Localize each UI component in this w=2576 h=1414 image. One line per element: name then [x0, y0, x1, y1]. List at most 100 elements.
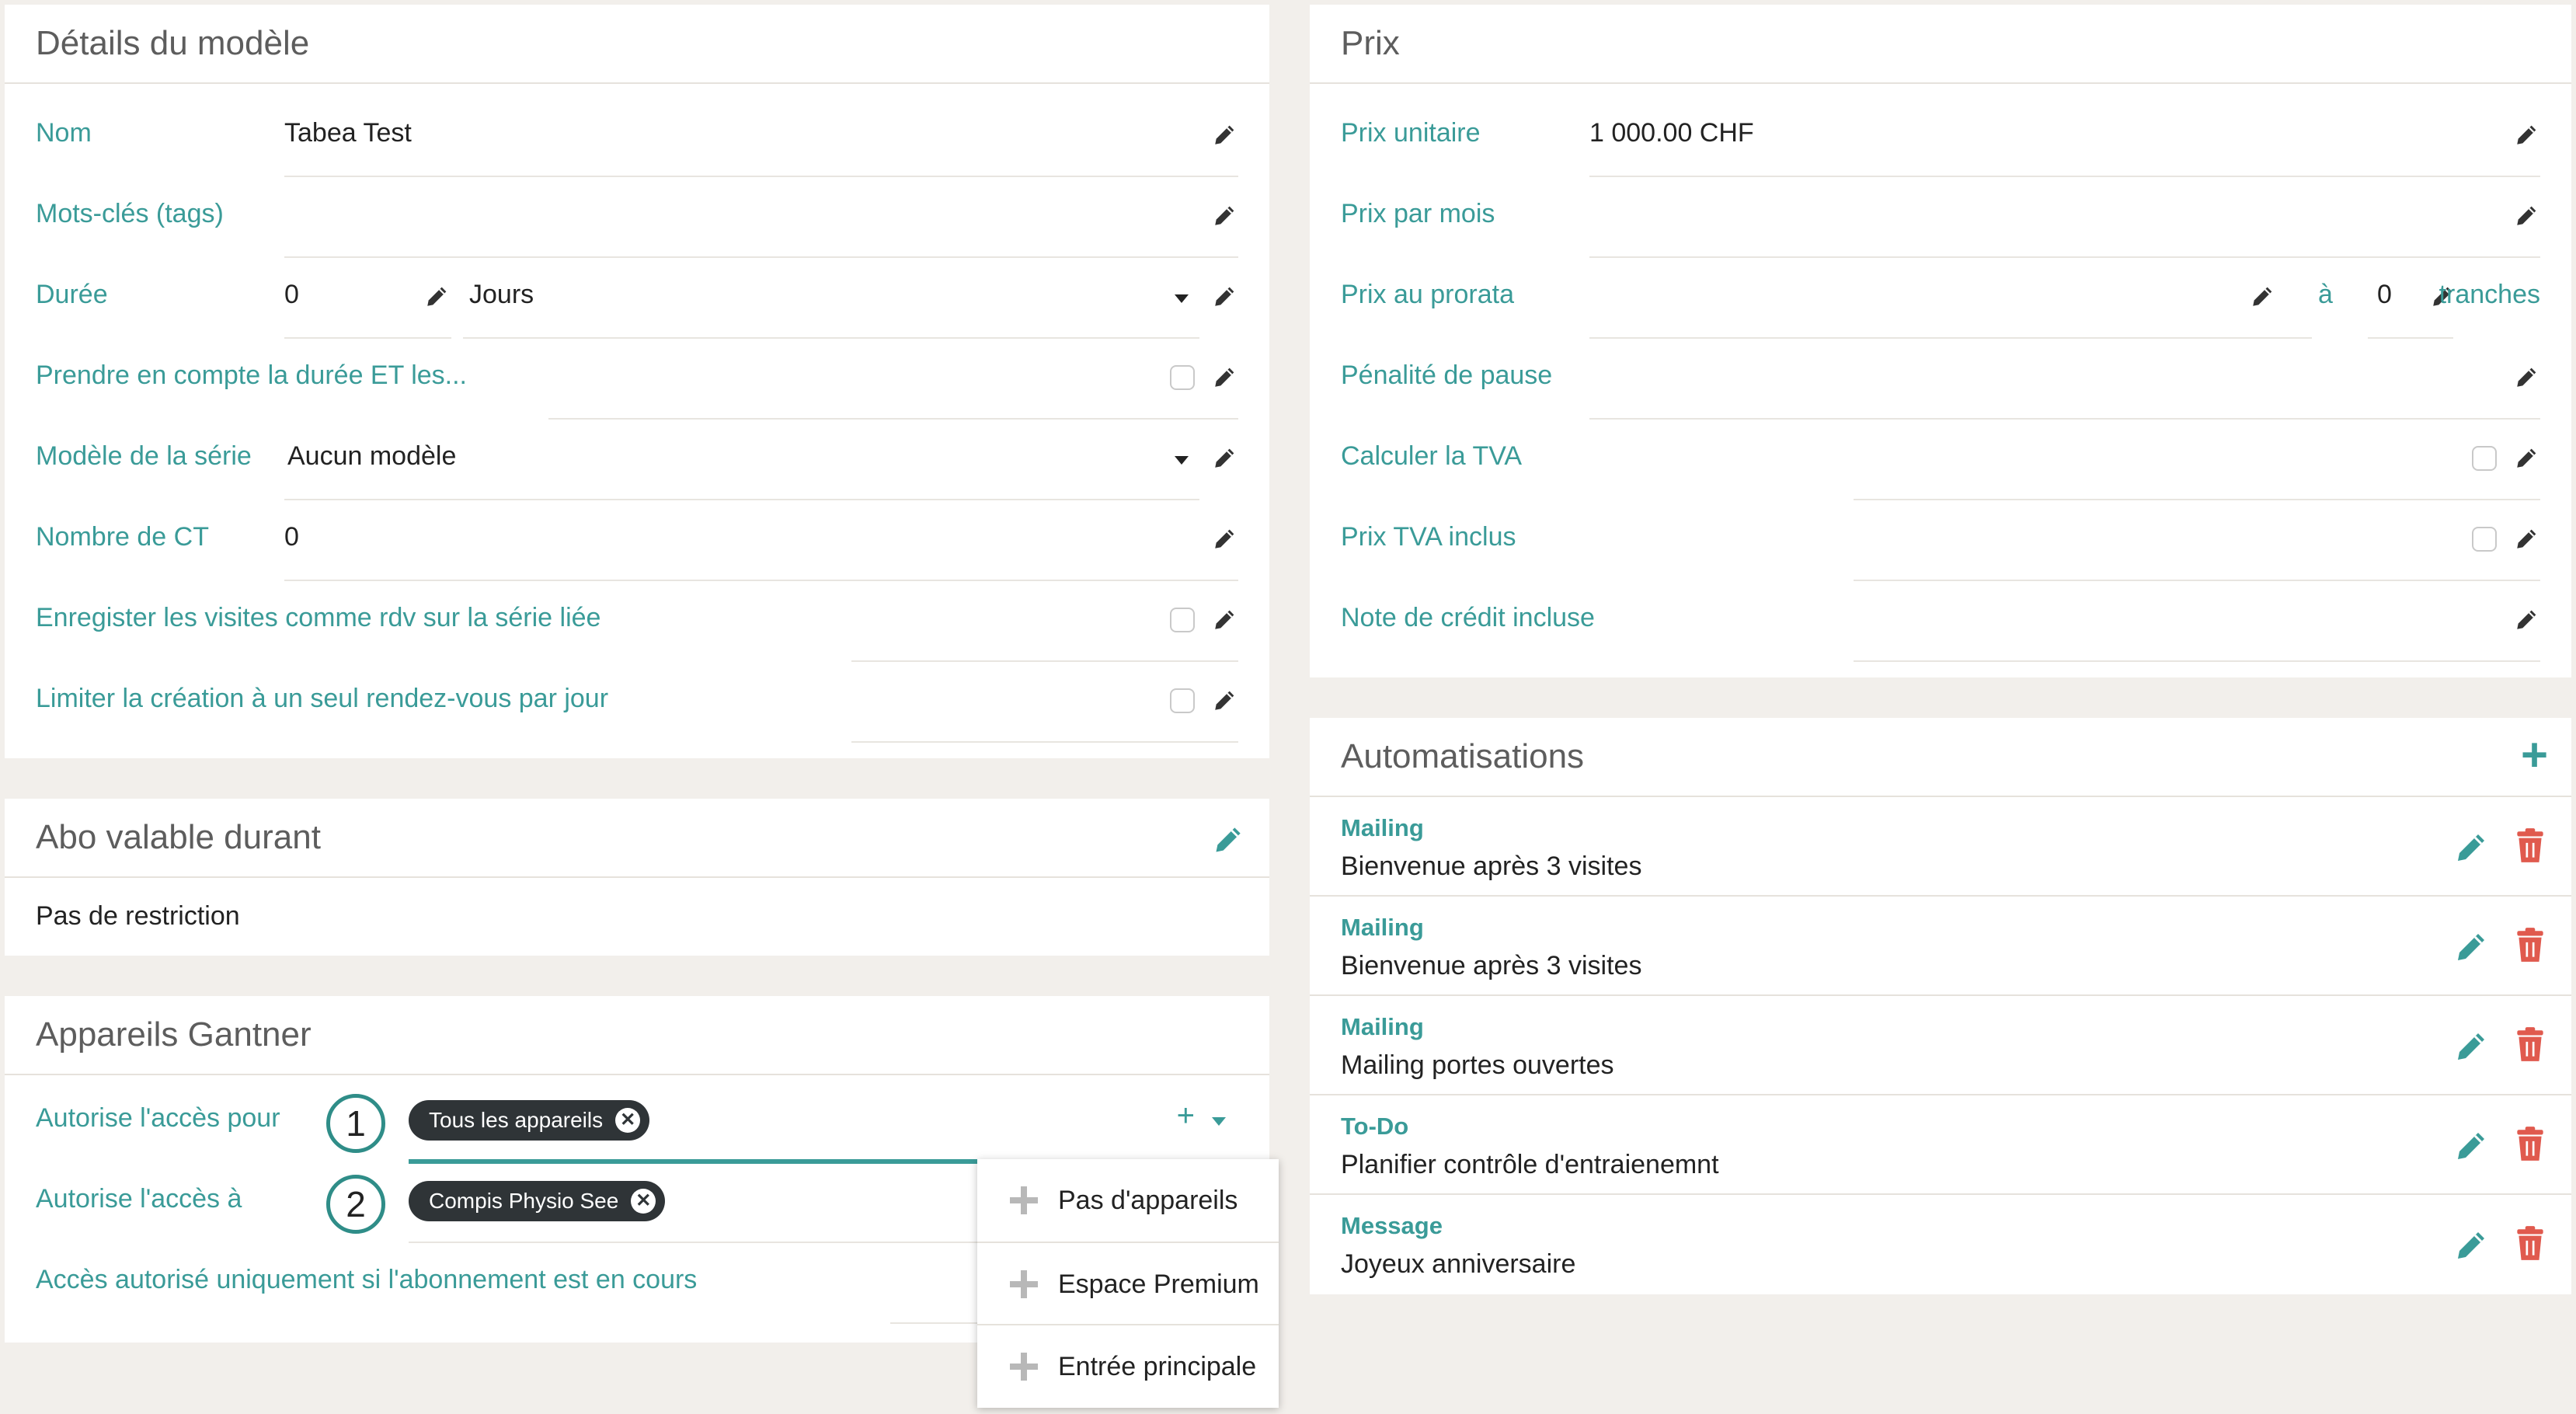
abo-edit-pencil-icon[interactable]	[1212, 822, 1246, 856]
ct-label: Nombre de CT	[36, 522, 209, 552]
prix-unitaire-value[interactable]: 1 000.00 CHF	[1589, 118, 1754, 148]
dropdown-item-label: Pas d'appareils	[1058, 1185, 1238, 1215]
annotation-marker-2: 2	[326, 1175, 385, 1234]
nom-row: Nom Tabea Test	[36, 96, 1238, 177]
enregistrer-checkbox[interactable]	[1170, 608, 1195, 632]
automatisation-item[interactable]: Message Joyeux anniversaire	[1310, 1193, 2571, 1294]
tags-edit-pencil-icon[interactable]	[1212, 202, 1238, 228]
gantner-title: Appareils Gantner	[5, 996, 1269, 1075]
prix-unitaire-edit-pencil-icon[interactable]	[2514, 121, 2540, 148]
penalite-edit-pencil-icon[interactable]	[2514, 364, 2540, 390]
acces-a-label: Autorise l'accès à	[36, 1184, 242, 1214]
prix-mois-label: Prix par mois	[1341, 199, 1495, 228]
prix-prorata-label: Prix au prorata	[1341, 280, 1514, 309]
trash-icon[interactable]	[2511, 1224, 2550, 1263]
dropdown-item-entree-principale[interactable]: Entrée principale	[977, 1325, 1279, 1408]
limiter-row: Limiter la création à un seul rendez-vou…	[36, 662, 1238, 743]
dropdown-item-pas-d-appareils[interactable]: Pas d'appareils	[977, 1159, 1279, 1242]
serie-caret-icon[interactable]	[1175, 456, 1189, 465]
tva-inclus-edit-pencil-icon[interactable]	[2514, 525, 2540, 552]
add-appareil-plus-icon[interactable]: +	[1177, 1099, 1195, 1134]
plus-icon	[1008, 1269, 1039, 1300]
penalite-label: Pénalité de pause	[1341, 360, 1553, 390]
edit-pencil-icon[interactable]	[2453, 828, 2491, 865]
remove-tag-close-icon[interactable]: ✕	[631, 1189, 656, 1214]
trash-icon[interactable]	[2511, 1026, 2550, 1064]
prix-unitaire-row: Prix unitaire 1 000.00 CHF	[1341, 96, 2540, 177]
tags-label: Mots-clés (tags)	[36, 199, 224, 228]
limiter-checkbox[interactable]	[1170, 688, 1195, 713]
nom-label: Nom	[36, 118, 92, 148]
add-automatisation-plus-icon[interactable]: +	[2521, 732, 2548, 778]
automatisation-item[interactable]: Mailing Mailing portes ouvertes	[1310, 994, 2571, 1095]
prix-panel: Prix Prix unitaire 1 000.00 CHF Prix par…	[1310, 5, 2571, 677]
duree-edit-pencil-icon[interactable]	[424, 283, 451, 309]
tva-row: Calculer la TVA	[1341, 420, 2540, 500]
duree-unit-select[interactable]: Jours	[469, 280, 534, 310]
edit-pencil-icon[interactable]	[2453, 1226, 2491, 1263]
plus-icon	[1008, 1185, 1039, 1216]
acces-pour-row: Autorise l'accès pour Tous les appareils…	[36, 1081, 1238, 1164]
duree-value[interactable]: 0	[284, 280, 299, 310]
tag-compis-physio-see: Compis Physio See ✕	[409, 1181, 666, 1221]
limiter-label: Limiter la création à un seul rendez-vou…	[36, 684, 609, 713]
nom-value[interactable]: Tabea Test	[284, 118, 412, 148]
duree-row: Durée 0 Jours	[36, 258, 1238, 339]
edit-pencil-icon[interactable]	[2453, 928, 2491, 965]
duree-unit-edit-pencil-icon[interactable]	[1212, 283, 1238, 309]
prix-unitaire-label: Prix unitaire	[1341, 118, 1481, 148]
automatisation-item[interactable]: To-Do Planifier contrôle d'entraienemnt	[1310, 1094, 2571, 1195]
appareils-dropdown-caret-icon[interactable]	[1212, 1117, 1226, 1126]
tva-checkbox[interactable]	[2472, 446, 2497, 471]
trash-icon[interactable]	[2511, 1125, 2550, 1164]
plus-icon	[1008, 1351, 1039, 1382]
automatisation-name: Bienvenue après 3 visites	[1341, 852, 1642, 881]
acces-abo-label: Accès autorisé uniquement si l'abonnemen…	[36, 1265, 698, 1294]
duree-label: Durée	[36, 280, 108, 309]
automatisation-type: To-Do	[1341, 1113, 1409, 1140]
automatisation-type: Mailing	[1341, 814, 1424, 841]
serie-select[interactable]: Aucun modèle	[287, 441, 456, 472]
automatisation-name: Planifier contrôle d'entraienemnt	[1341, 1150, 1719, 1179]
ct-edit-pencil-icon[interactable]	[1212, 525, 1238, 552]
edit-pencil-icon[interactable]	[2453, 1127, 2491, 1164]
prorata-tranches-label: tranches	[2438, 280, 2540, 309]
trash-icon[interactable]	[2511, 926, 2550, 965]
remove-tag-close-icon[interactable]: ✕	[615, 1108, 641, 1133]
duree-unit-caret-icon[interactable]	[1175, 294, 1189, 303]
serie-edit-pencil-icon[interactable]	[1212, 444, 1238, 471]
prorata-a-label: à	[2318, 280, 2333, 309]
tva-inclus-checkbox[interactable]	[2472, 527, 2497, 552]
automatisation-item[interactable]: Mailing Bienvenue après 3 visites	[1310, 895, 2571, 996]
prix-mois-edit-pencil-icon[interactable]	[2514, 202, 2540, 228]
tva-edit-pencil-icon[interactable]	[2514, 444, 2540, 471]
credit-row: Note de crédit incluse	[1341, 581, 2540, 662]
tag-tous-les-appareils-text: Tous les appareils	[429, 1108, 604, 1132]
automatisation-type: Mailing	[1341, 1013, 1424, 1040]
limiter-edit-pencil-icon[interactable]	[1212, 687, 1238, 713]
automatisation-name: Bienvenue après 3 visites	[1341, 951, 1642, 980]
prix-prorata-row: Prix au prorata à 0 tranches	[1341, 258, 2540, 339]
trash-icon[interactable]	[2511, 827, 2550, 865]
automatisation-item[interactable]: Mailing Bienvenue après 3 visites	[1310, 796, 2571, 897]
automatisations-panel: Automatisations + Mailing Bienvenue aprè…	[1310, 718, 2571, 1294]
edit-pencil-icon[interactable]	[2453, 1027, 2491, 1064]
automatisation-name: Joyeux anniversaire	[1341, 1249, 1576, 1279]
tags-row: Mots-clés (tags)	[36, 177, 1238, 258]
credit-edit-pencil-icon[interactable]	[2514, 606, 2540, 632]
nom-edit-pencil-icon[interactable]	[1212, 121, 1238, 148]
prorata-edit-pencil-icon[interactable]	[2250, 283, 2276, 309]
enregistrer-edit-pencil-icon[interactable]	[1212, 606, 1238, 632]
enregistrer-row: Enregister les visites comme rdv sur la …	[36, 581, 1238, 662]
tva-inclus-label: Prix TVA inclus	[1341, 522, 1516, 552]
dropdown-item-espace-premium[interactable]: Espace Premium	[977, 1243, 1279, 1325]
ct-value[interactable]: 0	[284, 522, 299, 552]
dropdown-item-label: Entrée principale	[1058, 1351, 1257, 1381]
penalite-row: Pénalité de pause	[1341, 339, 2540, 420]
serie-label: Modèle de la série	[36, 441, 252, 471]
automatisations-title: Automatisations	[1310, 718, 2571, 797]
prorata-count-value[interactable]: 0	[2377, 280, 2392, 310]
enregistrer-label: Enregister les visites comme rdv sur la …	[36, 603, 601, 632]
prendre-checkbox[interactable]	[1170, 365, 1195, 390]
prendre-edit-pencil-icon[interactable]	[1212, 364, 1238, 390]
